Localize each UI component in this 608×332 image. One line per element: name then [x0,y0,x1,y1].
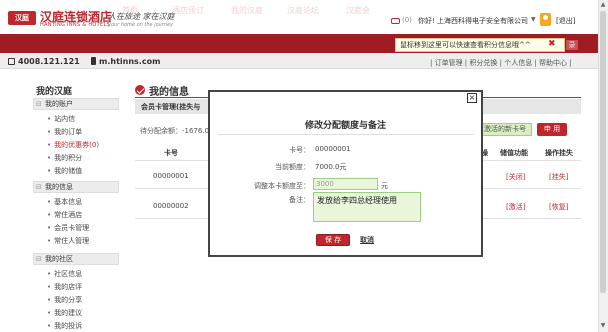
nav-item-home[interactable]: 首页 [122,5,138,16]
adjust-quota-input[interactable]: 3000 [313,178,378,190]
edit-quota-dialog [208,90,483,257]
adjust-quota-label: 调整本卡额度至： [254,182,310,190]
nav-login-button[interactable]: 录 [566,40,578,50]
apply-button[interactable]: 申 用 [537,123,567,136]
dialog-title: 修改分配额度与备注 [304,121,386,131]
table-cell-store-action[interactable]: [关闭] [506,172,525,182]
table-cell-suspend-action[interactable]: [恢复] [549,202,568,212]
sidebar-section-account[interactable]: 我的账户 [33,98,119,110]
logout-link[interactable]: [退出] [556,16,575,26]
scrollbar-thumb[interactable] [600,11,606,293]
message-icon[interactable] [391,18,400,24]
save-button[interactable]: 保 存 [316,234,350,246]
close-icon[interactable]: ✖ [548,39,556,49]
logo-badge[interactable]: 汉庭 [8,11,36,25]
sidebar-item-inbox[interactable]: 站内信 [47,114,75,124]
table-cell-card: 00000001 [153,172,189,180]
scroll-up-icon[interactable]: ▲ [599,1,607,9]
check-circle-icon [135,85,145,95]
pending-balance: 待分配余额：-1676.0 [140,127,210,135]
current-quota-value: 7000.0元 [315,163,347,171]
mobile-site-link[interactable]: m.htinns.com [99,57,160,66]
greeting: 你好! [418,17,435,25]
card-number-value: 00000001 [315,145,351,153]
sidebar-item-shares[interactable]: 我的分享 [47,295,82,305]
hotline-number: 4008.121.121 [18,57,80,66]
sidebar-section-community[interactable]: 我的社区 [33,253,119,265]
section-header-label: 会员卡管理(挂失与 [141,103,201,111]
table-cell-store-action[interactable]: [激活] [506,202,525,212]
slogan: 人在旅途 家在汉庭 [108,12,175,21]
sidebar-item-coupons[interactable]: 我的优惠券(0) [47,140,99,150]
logo-subtext: HANTING INNS & HOTELS [40,22,111,28]
mobile-icon [91,57,96,65]
phone-icon [8,58,15,65]
sidebar-item-usual-hotels[interactable]: 常住酒店 [47,210,82,220]
close-icon[interactable]: × [467,93,477,103]
sidebar-item-stored-value[interactable]: 我的储值 [47,166,82,176]
company-name[interactable]: 上海西科得电子安全有限公司 [437,16,528,26]
chevron-down-icon[interactable]: ▼ [531,16,536,23]
cancel-button[interactable]: 取消 [360,235,374,245]
sidebar-item-orders[interactable]: 我的订单 [47,127,82,137]
page: 汉庭 汉庭连锁酒店 HANTING INNS & HOTELS 人在旅途 家在汉… [0,0,598,332]
sidebar-item-suggestions[interactable]: 我的建议 [47,308,82,318]
sidebar-item-basic-info[interactable]: 基本信息 [47,197,82,207]
dialog-divider [218,134,474,135]
sidebar-item-guest-management[interactable]: 常住人管理 [47,236,89,246]
column-header-stored-value: 储值功能 [500,149,528,157]
column-header-card: 卡号 [164,149,178,157]
column-header-suspend: 操作挂失 [545,149,573,157]
nav-item-booking[interactable]: 酒店预订 [172,5,204,16]
points-tooltip: 鼠标移到这里可以快速查看积分信息哦^^ [395,38,565,52]
sidebar-item-reviews[interactable]: 我的店评 [47,282,82,292]
nav-item-club[interactable]: 汉庭会 [346,5,370,16]
quick-links[interactable]: | 订单管理 | 积分兑换 | 个人信息 | 帮助中心 | [430,58,572,68]
sidebar-title: 我的汉庭 [36,87,73,97]
sidebar-item-points[interactable]: 我的积分 [47,153,82,163]
card-number-label: 卡号： [289,146,310,154]
sidebar-item-card-management[interactable]: 会员卡管理 [47,223,89,233]
current-quota-label: 当前额度： [275,163,310,171]
message-count[interactable]: (0) [402,16,412,24]
quota-unit: 元 [381,182,388,190]
sidebar-item-complaints[interactable]: 我的投诉 [47,321,82,331]
scroll-down-icon[interactable]: ▼ [599,322,607,330]
page-title: 我的信息 [149,87,189,98]
table-cell-suspend-action[interactable]: [挂失] [549,172,568,182]
slogan-en: your home on the journey [108,22,174,28]
sidebar-item-community-info[interactable]: 社区信息 [47,269,82,279]
remark-textarea[interactable]: 发放给李四总经理使用 [313,192,421,222]
nav-item-my-hanting[interactable]: 我的汉庭 [231,5,263,16]
table-cell-card: 00000002 [153,202,189,210]
nav-item-forum[interactable]: 汉庭论坛 [287,5,319,16]
activate-card-button[interactable]: 激活的新卡号 [478,123,532,136]
remark-label: 备注： [289,196,310,204]
user-icon[interactable] [540,13,551,26]
sidebar-section-info[interactable]: 我的信息 [33,181,119,193]
